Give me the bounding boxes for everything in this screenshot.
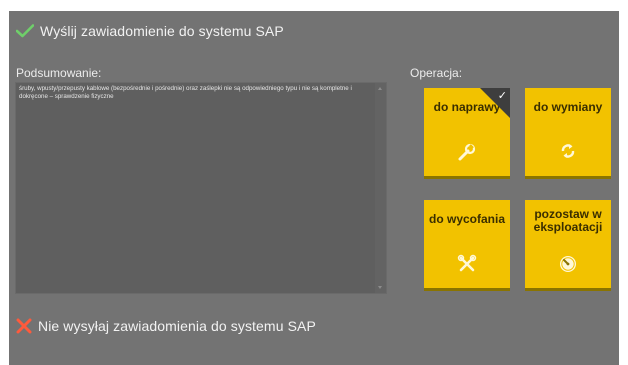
swap-icon bbox=[558, 142, 578, 165]
window: Wyślij zawiadomienie do systemu SAP Pods… bbox=[0, 0, 628, 365]
summary-label: Podsumowanie: bbox=[16, 66, 102, 80]
summary-text: śruby, wpusty/przepusty kablowe (bezpośr… bbox=[19, 85, 352, 100]
tile-do-wycofania[interactable]: do wycofania bbox=[424, 200, 510, 288]
operation-label: Operacja: bbox=[410, 66, 463, 80]
selected-check-icon: ✓ bbox=[497, 89, 507, 102]
tools-cross-icon bbox=[457, 254, 477, 279]
send-to-sap-label: Wyślij zawiadomienie do systemu SAP bbox=[40, 23, 284, 39]
summary-textarea[interactable]: śruby, wpusty/przepusty kablowe (bezpośr… bbox=[15, 82, 387, 294]
scroll-up-icon[interactable] bbox=[378, 87, 382, 90]
tile-label: do wycofania bbox=[428, 212, 505, 226]
tile-label: do wymiany bbox=[533, 100, 603, 114]
cross-icon bbox=[16, 318, 32, 334]
tile-do-wymiany[interactable]: do wymiany bbox=[525, 88, 611, 176]
dont-send-to-sap-option[interactable]: Nie wysyłaj zawiadomienia do systemu SAP bbox=[16, 318, 316, 334]
send-to-sap-option[interactable]: Wyślij zawiadomienie do systemu SAP bbox=[16, 23, 284, 39]
gauge-icon bbox=[558, 254, 578, 279]
dont-send-to-sap-label: Nie wysyłaj zawiadomienia do systemu SAP bbox=[38, 318, 316, 334]
scroll-down-icon[interactable] bbox=[378, 286, 382, 289]
wrench-icon bbox=[457, 142, 477, 167]
tile-do-naprawy[interactable]: do naprawy ✓ bbox=[424, 88, 510, 176]
summary-scrollbar[interactable] bbox=[375, 83, 386, 293]
tile-label: pozostaw w eksploatacji bbox=[533, 207, 603, 234]
tile-pozostaw-w-eksploatacji[interactable]: pozostaw w eksploatacji bbox=[525, 200, 611, 288]
checkmark-icon bbox=[16, 24, 34, 38]
